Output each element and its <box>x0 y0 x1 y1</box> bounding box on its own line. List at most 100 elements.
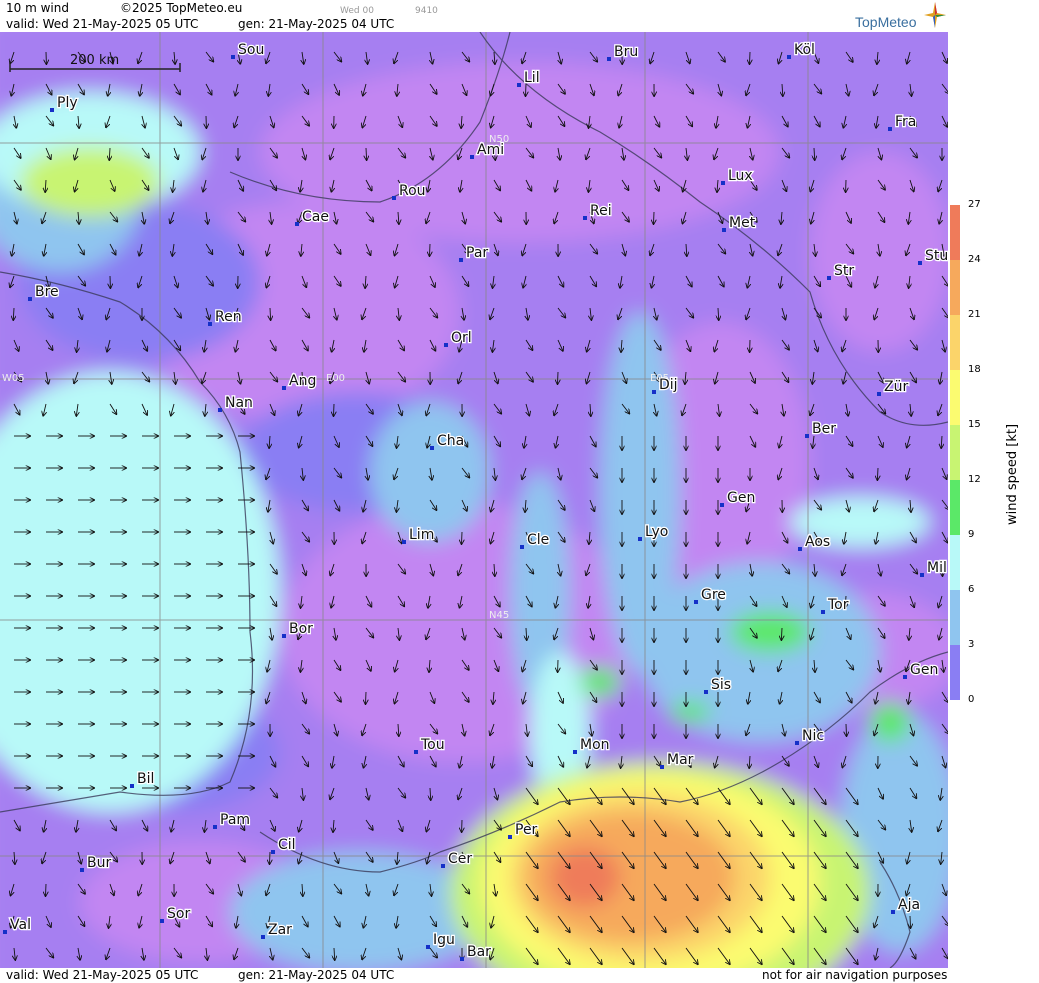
city-label: Sor <box>167 906 190 922</box>
city-marker <box>459 258 463 262</box>
city-marker <box>441 864 445 868</box>
city-label: Tor <box>827 597 849 613</box>
legend-band <box>950 260 960 316</box>
city-label: Cil <box>278 837 296 853</box>
legend-tick-label: 3 <box>968 639 975 650</box>
city-label: Orl <box>451 330 472 346</box>
wind-arrow <box>846 723 847 736</box>
city-label: Cae <box>302 209 329 225</box>
city-label: Bar <box>467 944 491 960</box>
city-marker <box>720 503 724 507</box>
city-marker <box>827 276 831 280</box>
city-label: Lux <box>728 168 753 184</box>
legend-tick-label: 6 <box>968 584 975 595</box>
city-marker <box>520 545 524 549</box>
city-marker <box>282 386 286 390</box>
city-marker <box>130 784 134 788</box>
city-label: Lyo <box>645 524 668 540</box>
wind-arrow <box>46 883 47 896</box>
city-marker <box>460 957 464 961</box>
city-label: Rou <box>399 183 426 199</box>
legend-band <box>950 315 960 371</box>
city-marker <box>402 540 406 544</box>
legend-tick-label: 9 <box>968 529 975 540</box>
legend-band <box>950 645 960 700</box>
city-marker <box>918 261 922 265</box>
wind-arrow <box>462 531 463 544</box>
city-marker <box>795 741 799 745</box>
city-marker <box>583 216 587 220</box>
city-marker <box>50 108 54 112</box>
run-label: Wed 00 <box>340 6 374 16</box>
city-label: Ang <box>289 373 316 389</box>
wind-arrow <box>750 51 751 64</box>
city-marker <box>877 392 881 396</box>
scale-bar-label: 200 km <box>70 53 119 68</box>
legend-band <box>950 535 960 591</box>
city-label: Ami <box>477 142 504 158</box>
legend-band <box>950 370 960 426</box>
wind-map[interactable]: 200 km N50 N45 W05 E00 E05 Sou Bru Köl Ply L… <box>0 32 948 968</box>
city-marker <box>231 55 235 59</box>
city-label: Val <box>10 917 31 933</box>
city-marker <box>444 343 448 347</box>
city-marker <box>517 83 521 87</box>
city-marker <box>607 57 611 61</box>
city-label: Pam <box>220 812 250 828</box>
city-marker <box>426 945 430 949</box>
wind-arrow <box>781 627 782 640</box>
city-marker <box>213 825 217 829</box>
city-marker <box>508 835 512 839</box>
city-marker <box>3 930 7 934</box>
city-label: Fra <box>895 114 916 130</box>
city-label: Igu <box>433 932 455 948</box>
city-label: Sis <box>711 677 731 693</box>
city-marker <box>798 547 802 551</box>
legend-tick-label: 27 <box>968 199 981 210</box>
city-label: Par <box>466 245 488 261</box>
city-label: Cer <box>448 851 472 867</box>
city-label: Aja <box>898 897 920 913</box>
code-label: 9410 <box>415 6 438 16</box>
city-marker <box>218 408 222 412</box>
city-label: Aos <box>805 534 830 550</box>
city-marker <box>295 222 299 226</box>
legend-tick-label: 15 <box>968 419 981 430</box>
wind-arrow <box>366 691 367 704</box>
city-label: Per <box>515 822 538 838</box>
city-label: Lil <box>524 70 540 86</box>
legend-tick-label: 21 <box>968 309 981 320</box>
valid-time: valid: Wed 21-May-2025 05 UTC <box>6 17 199 31</box>
city-label: Bil <box>137 771 154 787</box>
city-label: Met <box>729 215 756 231</box>
city-label: Ply <box>57 95 78 111</box>
city-label: Mar <box>667 752 694 768</box>
city-marker <box>28 297 32 301</box>
city-label: Bru <box>614 44 638 60</box>
wind-arrow <box>654 211 655 224</box>
logo-text: TopMeteo <box>855 14 917 30</box>
city-label: Cha <box>437 433 464 449</box>
city-label: Bre <box>35 284 59 300</box>
city-label: Sou <box>238 42 264 58</box>
city-label: Tou <box>420 737 445 753</box>
legend-tick-label: 18 <box>968 364 981 375</box>
city-label: Ren <box>215 309 242 325</box>
city-marker <box>888 127 892 131</box>
city-marker <box>414 750 418 754</box>
city-marker <box>660 765 664 769</box>
gen-time: gen: 21-May-2025 04 UTC <box>238 17 395 31</box>
city-marker <box>470 155 474 159</box>
city-marker <box>392 196 396 200</box>
city-marker <box>704 690 708 694</box>
city-marker <box>282 634 286 638</box>
topmeteo-logo: TopMeteo <box>855 14 916 30</box>
city-marker <box>722 228 726 232</box>
city-label: Köl <box>794 42 815 58</box>
legend-band <box>950 205 960 261</box>
city-label: Ber <box>812 421 836 437</box>
grid-label-n45: N45 <box>489 610 509 621</box>
wind-arrow <box>910 915 911 928</box>
city-label: Bor <box>289 621 313 637</box>
legend-band <box>950 425 960 481</box>
